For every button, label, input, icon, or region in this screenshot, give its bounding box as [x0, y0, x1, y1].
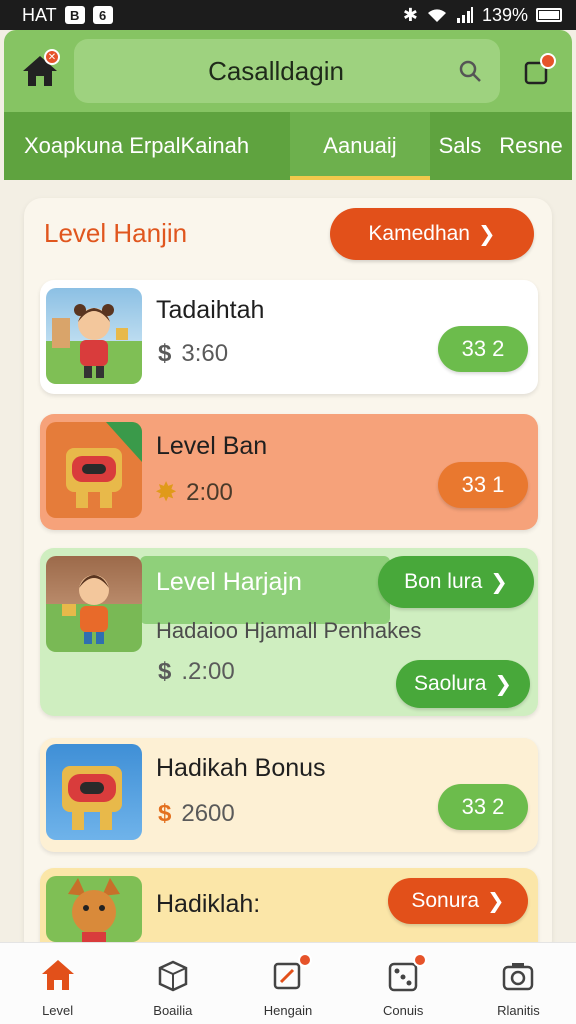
- card-4-title: Hadikah Bonus: [156, 754, 326, 782]
- app-title: Casalldagin: [208, 55, 344, 86]
- section-action-button[interactable]: Kamedhan ❯: [330, 208, 534, 260]
- chevron-right-icon: ❯: [477, 222, 496, 246]
- section-title: Level Hanjin: [44, 218, 188, 248]
- card-1-price-value: 3:60: [181, 340, 229, 367]
- tab-2[interactable]: Aanuaij: [290, 112, 430, 180]
- notification-button[interactable]: [514, 49, 558, 93]
- edit-icon: [270, 953, 312, 993]
- home-badge: ✕: [44, 49, 60, 65]
- home-button[interactable]: ✕: [18, 49, 62, 93]
- card-5-title: Hadiklah:: [156, 890, 261, 918]
- card-2-title: Level Ban: [156, 432, 268, 460]
- character-icon: [52, 304, 128, 378]
- robot-icon: [66, 422, 142, 508]
- box-icon: [155, 957, 191, 993]
- bottom-nav: Level Boailia Hengain Conuis Rlanitis: [0, 942, 576, 1024]
- nav-edit[interactable]: Hengain: [230, 943, 345, 1024]
- search-bar[interactable]: Casalldagin: [74, 39, 500, 103]
- wifi-icon: [427, 9, 446, 22]
- fox-icon: [68, 878, 120, 942]
- card-3-claim-button[interactable]: Saolura ❯: [396, 660, 530, 708]
- card-4-price-value: 2600: [181, 800, 235, 827]
- signal-icon: [456, 7, 473, 23]
- app-bar: ✕ Casalldagin: [4, 30, 572, 112]
- camera-icon: [500, 957, 536, 993]
- tab-1[interactable]: Xoapkuna ErpalKainah: [4, 112, 290, 180]
- tab-3[interactable]: Sals: [430, 112, 490, 180]
- character-icon: [62, 575, 109, 644]
- card-2-price: ✸ 2:00: [156, 478, 233, 507]
- card-2-score-button[interactable]: 33 1: [438, 462, 528, 508]
- carrier-text: HAT: [22, 4, 57, 25]
- card-5-thumbnail: [46, 876, 142, 942]
- status-bar: HAT B 6 ✱ 139%: [0, 0, 576, 30]
- section-action-label: Kamedhan: [368, 222, 470, 245]
- card-5-claim-button[interactable]: Sonura ❯: [388, 878, 528, 924]
- card-3-claim-label: Saolura: [414, 672, 487, 695]
- search-icon[interactable]: [458, 59, 482, 83]
- card-1-price: $ 3:60: [158, 340, 228, 368]
- status-icon-6: 6: [92, 6, 113, 24]
- card-3-price: $ .2:00: [158, 658, 235, 686]
- battery-percent: 139%: [481, 4, 528, 25]
- nav-level-label: Level: [42, 1003, 74, 1018]
- card-3-title: Level Harjajn: [156, 568, 302, 596]
- chevron-right-icon: ❯: [494, 672, 512, 696]
- status-icon-b: B: [64, 6, 85, 24]
- card-3-bonus-label: Bon lura: [404, 570, 483, 593]
- nav-camera[interactable]: Rlanitis: [461, 943, 576, 1024]
- robot-icon: [62, 766, 122, 830]
- nav-box[interactable]: Boailia: [115, 943, 230, 1024]
- card-4-score-button[interactable]: 33 2: [438, 784, 528, 830]
- card-1-score-button[interactable]: 33 2: [438, 326, 528, 372]
- nav-dice[interactable]: Conuis: [346, 943, 461, 1024]
- star-icon: ✸: [156, 479, 177, 506]
- status-right: ✱ 139%: [403, 5, 562, 26]
- card-5-claim-label: Sonura: [411, 889, 480, 912]
- bluetooth-icon: ✱: [402, 4, 418, 25]
- nav-dice-badge: [413, 953, 428, 967]
- card-2-thumbnail: [46, 422, 142, 518]
- notification-badge: [540, 53, 556, 69]
- card-4-thumbnail: [46, 744, 142, 840]
- dice-icon: [385, 953, 428, 993]
- tab-4[interactable]: Resne: [490, 112, 572, 180]
- card-3-currency: $: [158, 658, 172, 685]
- card-1-title: Tadaihtah: [156, 296, 265, 324]
- card-1-currency: $: [158, 340, 172, 367]
- nav-dice-label: Conuis: [382, 1003, 424, 1018]
- home-icon: [40, 957, 76, 993]
- card-4-currency: $: [158, 800, 172, 827]
- card-4-price: $ 2600: [158, 800, 235, 828]
- nav-edit-label: Hengain: [263, 1003, 313, 1018]
- card-3-subtitle: Hadaioo Hjamall Penhakes: [156, 618, 422, 643]
- nav-camera-label: Rlanitis: [497, 1003, 540, 1018]
- card-3-price-value: .2:00: [181, 658, 235, 685]
- tab-bar: Xoapkuna ErpalKainah Aanuaij Sals Resne: [4, 112, 572, 180]
- chevron-right-icon: ❯: [490, 570, 508, 594]
- status-left: HAT B 6: [22, 5, 113, 26]
- battery-icon: [536, 8, 562, 22]
- nav-edit-badge: [298, 953, 312, 967]
- nav-box-label: Boailia: [153, 1003, 193, 1018]
- nav-level[interactable]: Level: [0, 943, 115, 1024]
- card-1-thumbnail: [46, 288, 142, 384]
- card-3-thumbnail: [46, 556, 142, 652]
- card-2-price-value: 2:00: [186, 478, 233, 506]
- chevron-right-icon: ❯: [487, 889, 505, 913]
- card-3-bonus-button[interactable]: Bon lura ❯: [378, 556, 534, 608]
